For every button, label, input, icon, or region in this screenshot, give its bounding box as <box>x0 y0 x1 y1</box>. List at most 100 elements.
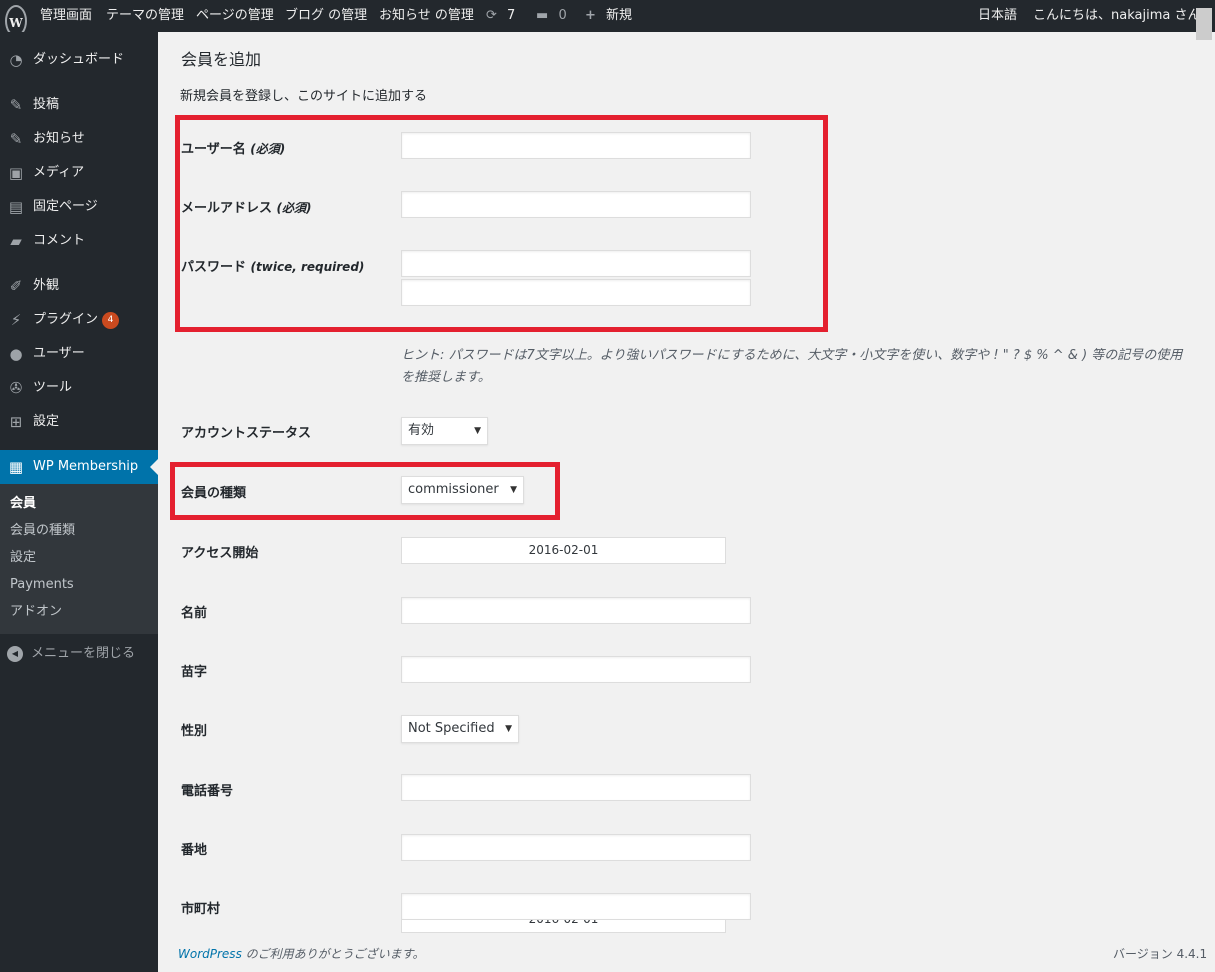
email-label: メールアドレス (必須) <box>181 197 312 216</box>
comment-bubble-icon: ▬ <box>536 8 549 23</box>
user-greeting[interactable]: こんにちは、nakajima さん！ <box>1033 0 1213 32</box>
admin-bar: W 管理画面 テーマの管理 ページの管理 ブログ の管理 お知らせ の管理 ⟳ … <box>0 0 1215 40</box>
sidebar-item-label: コメント <box>33 233 86 248</box>
collapse-menu-label: メニューを閉じる <box>31 646 136 661</box>
user-icon: ● <box>9 345 23 363</box>
password-confirm-input[interactable] <box>401 279 751 306</box>
footer-version: バージョン 4.4.1 <box>1113 947 1208 961</box>
password-input[interactable] <box>401 250 751 277</box>
submenu-item-settings[interactable]: 設定 <box>10 544 36 571</box>
sidebar-item-media[interactable]: ▣ メディア <box>0 156 158 190</box>
refresh-icon: ⟳ <box>486 8 497 23</box>
comments-count: 0 <box>558 8 567 23</box>
sidebar-item-tools[interactable]: ✇ ツール <box>0 371 158 405</box>
sidebar-item-label: ダッシュボード <box>33 52 125 67</box>
id-card-icon: ▦ <box>8 458 24 476</box>
sidebar-item-settings[interactable]: ⊞ 設定 <box>0 405 158 439</box>
username-label: ユーザー名 (必須) <box>181 138 285 157</box>
sidebar-item-label: 設定 <box>33 414 60 429</box>
comment-icon: ▰ <box>10 232 22 250</box>
sidebar-item-news[interactable]: ✎ お知らせ <box>0 122 158 156</box>
username-label-text: ユーザー名 <box>181 142 246 157</box>
new-content-link[interactable]: + 新規 <box>585 0 632 32</box>
submenu-item-payments[interactable]: Payments <box>10 571 74 598</box>
theme-manage-link[interactable]: テーマの管理 <box>106 0 184 32</box>
sidebar-item-label: 固定ページ <box>33 199 98 214</box>
address-label: 番地 <box>181 843 208 858</box>
sidebar-item-label: ユーザー <box>33 346 85 361</box>
address-input[interactable] <box>401 834 751 861</box>
wp-membership-submenu: 会員 会員の種類 設定 Payments アドオン <box>0 484 158 634</box>
page-title: 会員を追加 <box>181 50 262 69</box>
avatar[interactable] <box>1196 8 1212 40</box>
required-note: (twice, required) <box>250 260 365 274</box>
dropdown-arrow-icon: ▼ <box>510 485 517 495</box>
wrench-icon: ✇ <box>9 379 23 397</box>
comments-link[interactable]: ▬ 0 <box>536 0 567 32</box>
member-level-label: 会員の種類 <box>181 486 247 501</box>
sidebar-item-comments[interactable]: ▰ コメント <box>0 224 158 258</box>
last-name-label: 苗字 <box>181 665 208 680</box>
member-level-value: commissioner <box>408 482 499 497</box>
collapse-arrow-icon: ◀ <box>7 646 23 662</box>
sidebar-item-posts[interactable]: ✎ 投稿 <box>0 88 158 122</box>
password-hint: ヒント: パスワードは7文字以上。より強いパスワードにするために、大文字・小文字… <box>401 348 1183 385</box>
city-input[interactable] <box>401 893 751 920</box>
submenu-item-members[interactable]: 会員 <box>10 490 36 517</box>
sidebar-item-label: WP Membership <box>33 459 139 474</box>
sidebar-item-dashboard[interactable]: ◔ ダッシュボード <box>0 43 158 77</box>
site-name-link[interactable]: 管理画面 <box>40 0 92 32</box>
sidebar-item-label: ツール <box>33 380 73 395</box>
city-label: 市町村 <box>181 902 221 917</box>
phone-input[interactable] <box>401 774 751 801</box>
wordpress-link[interactable]: WordPress <box>178 947 242 961</box>
email-input[interactable] <box>401 191 751 218</box>
sidebar-item-appearance[interactable]: ✐ 外観 <box>0 269 158 303</box>
dropdown-arrow-icon: ▼ <box>505 724 512 734</box>
required-note: (必須) <box>250 142 286 156</box>
pin-icon: ✎ <box>9 130 23 148</box>
sidebar-item-wp-membership[interactable]: ▦ WP Membership <box>0 450 158 484</box>
phone-label: 電話番号 <box>181 784 234 799</box>
page-icon: ▤ <box>8 198 24 216</box>
pin-icon: ✎ <box>9 96 23 114</box>
submenu-item-member-levels[interactable]: 会員の種類 <box>10 517 75 544</box>
collapse-menu-button[interactable]: ◀ メニューを閉じる <box>0 637 158 671</box>
dropdown-arrow-icon: ▼ <box>474 426 481 436</box>
blog-manage-link[interactable]: ブログ の管理 <box>285 0 367 32</box>
sidebar-item-label: メディア <box>33 165 85 180</box>
access-start-input[interactable]: 2016-02-01 <box>401 537 726 564</box>
footer-thanks: WordPress のご利用ありがとうございます。 <box>178 945 424 962</box>
sidebar-item-users[interactable]: ● ユーザー <box>0 337 158 371</box>
sidebar-item-label-wrap: プラグイン 4 <box>33 303 120 337</box>
account-status-select[interactable]: 有効 ▼ <box>401 417 488 445</box>
language-switcher[interactable]: 日本語 <box>978 0 1017 32</box>
member-level-select[interactable]: commissioner ▼ <box>401 476 524 504</box>
username-input[interactable] <box>401 132 751 159</box>
pages-manage-link[interactable]: ページの管理 <box>196 0 274 32</box>
page-description: 新規会員を登録し、このサイトに追加する <box>180 89 428 104</box>
gender-label: 性別 <box>181 724 208 739</box>
sidebar-item-label: 外観 <box>33 278 60 293</box>
submenu-item-addons[interactable]: アドオン <box>10 598 62 625</box>
last-name-input[interactable] <box>401 656 751 683</box>
account-status-label: アカウントステータス <box>181 426 312 441</box>
new-label: 新規 <box>606 8 633 23</box>
sidebar-item-label: 投稿 <box>33 97 60 112</box>
settings-icon: ⊞ <box>9 413 23 431</box>
password-label-text: パスワード <box>181 260 247 275</box>
first-name-input[interactable] <box>401 597 751 624</box>
updates-link[interactable]: ⟳ 7 <box>486 0 515 32</box>
sidebar-item-pages[interactable]: ▤ 固定ページ <box>0 190 158 224</box>
account-status-value: 有効 <box>408 423 435 438</box>
gender-select[interactable]: Not Specified ▼ <box>401 715 519 743</box>
sidebar-item-plugins[interactable]: ⚡ プラグイン 4 <box>0 303 158 337</box>
first-name-label: 名前 <box>181 606 208 621</box>
media-icon: ▣ <box>8 164 24 182</box>
updates-count: 7 <box>507 8 516 23</box>
dashboard-icon: ◔ <box>9 51 23 69</box>
plus-icon: + <box>585 8 596 23</box>
brush-icon: ✐ <box>9 277 23 295</box>
required-note: (必須) <box>276 201 312 215</box>
news-manage-link[interactable]: お知らせ の管理 <box>379 0 474 32</box>
